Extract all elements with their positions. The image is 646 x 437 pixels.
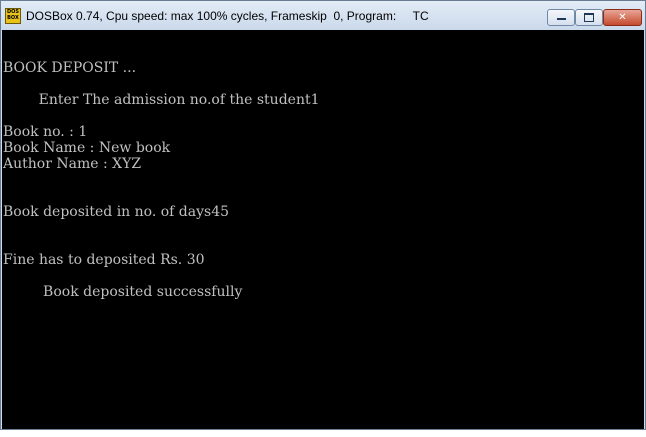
console-line-author-name: Author Name : XYZ <box>3 156 142 172</box>
minimize-icon <box>556 18 566 20</box>
close-icon: ✕ <box>618 12 627 23</box>
console-line-success: Book deposited successfully <box>3 284 243 300</box>
console-line-book-no: Book no. : 1 <box>3 124 88 140</box>
maximize-button[interactable] <box>575 9 603 26</box>
console-line-heading: BOOK DEPOSIT ... <box>3 60 137 76</box>
console-line-admission-prompt: Enter The admission no.of the student1 <box>3 92 320 108</box>
dos-console[interactable]: BOOK DEPOSIT ... Enter The admission no.… <box>2 30 644 429</box>
dosbox-window: DOS BOX DOSBox 0.74, Cpu speed: max 100%… <box>0 0 646 430</box>
window-title: DOSBox 0.74, Cpu speed: max 100% cycles,… <box>26 9 429 23</box>
console-line-days: Book deposited in no. of days45 <box>3 204 230 220</box>
maximize-icon <box>584 12 594 22</box>
dosbox-app-icon[interactable]: DOS BOX <box>5 8 21 24</box>
title-bar[interactable]: DOS BOX DOSBox 0.74, Cpu speed: max 100%… <box>1 1 645 31</box>
console-line-fine: Fine has to deposited Rs. 30 <box>3 252 205 268</box>
close-button[interactable]: ✕ <box>603 9 642 26</box>
minimize-button[interactable] <box>547 9 575 26</box>
console-line-book-name: Book Name : New book <box>3 140 171 156</box>
